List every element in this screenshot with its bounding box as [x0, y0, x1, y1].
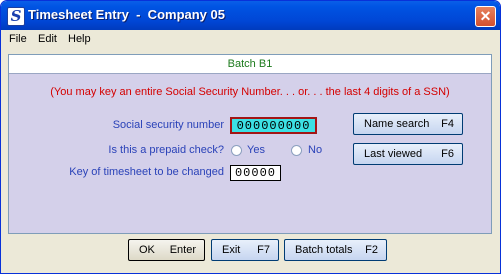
- ssn-input[interactable]: 000000000: [230, 117, 317, 134]
- batch-label: Batch B1: [9, 55, 491, 74]
- exit-button[interactable]: Exit F7: [211, 239, 279, 261]
- exit-key: F7: [257, 244, 270, 256]
- timesheet-window: S Timesheet Entry - Company 05 ✕ File Ed…: [0, 0, 501, 274]
- prepaid-yes-label[interactable]: Yes: [247, 144, 265, 156]
- menu-bar: File Edit Help: [1, 30, 500, 50]
- timesheet-key-label: Key of timesheet to be changed: [69, 166, 224, 178]
- title-bar[interactable]: S Timesheet Entry - Company 05 ✕: [1, 1, 500, 30]
- exit-label: Exit: [222, 244, 241, 256]
- close-button[interactable]: ✕: [475, 6, 496, 27]
- name-search-key: F4: [441, 118, 454, 130]
- timesheet-key-input[interactable]: 00000: [230, 165, 281, 181]
- prepaid-no-label[interactable]: No: [308, 144, 322, 156]
- window-title: Timesheet Entry - Company 05: [28, 7, 225, 22]
- prepaid-no-radio[interactable]: [291, 145, 302, 156]
- ok-key: Enter: [169, 244, 196, 256]
- ok-button[interactable]: OK Enter: [128, 239, 205, 261]
- menu-file[interactable]: File: [9, 33, 27, 45]
- name-search-button[interactable]: Name search F4: [353, 113, 463, 135]
- batch-totals-label: Batch totals: [295, 244, 353, 256]
- last-viewed-button[interactable]: Last viewed F6: [353, 143, 463, 165]
- last-viewed-key: F6: [441, 148, 454, 160]
- prepaid-yes-radio[interactable]: [231, 145, 242, 156]
- last-viewed-label: Last viewed: [364, 148, 423, 160]
- app-icon: S: [7, 7, 25, 26]
- menu-edit[interactable]: Edit: [38, 33, 57, 45]
- name-search-label: Name search: [364, 118, 430, 130]
- entry-panel: Batch B1 (You may key an entire Social S…: [8, 54, 492, 234]
- menu-help[interactable]: Help: [68, 33, 91, 45]
- ok-label: OK: [139, 244, 155, 256]
- batch-totals-key: F2: [365, 244, 378, 256]
- prepaid-label: Is this a prepaid check?: [108, 144, 224, 156]
- ssn-label: Social security number: [112, 119, 224, 131]
- batch-totals-button[interactable]: Batch totals F2: [284, 239, 387, 261]
- ssn-hint: (You may key an entire Social Security N…: [50, 86, 450, 98]
